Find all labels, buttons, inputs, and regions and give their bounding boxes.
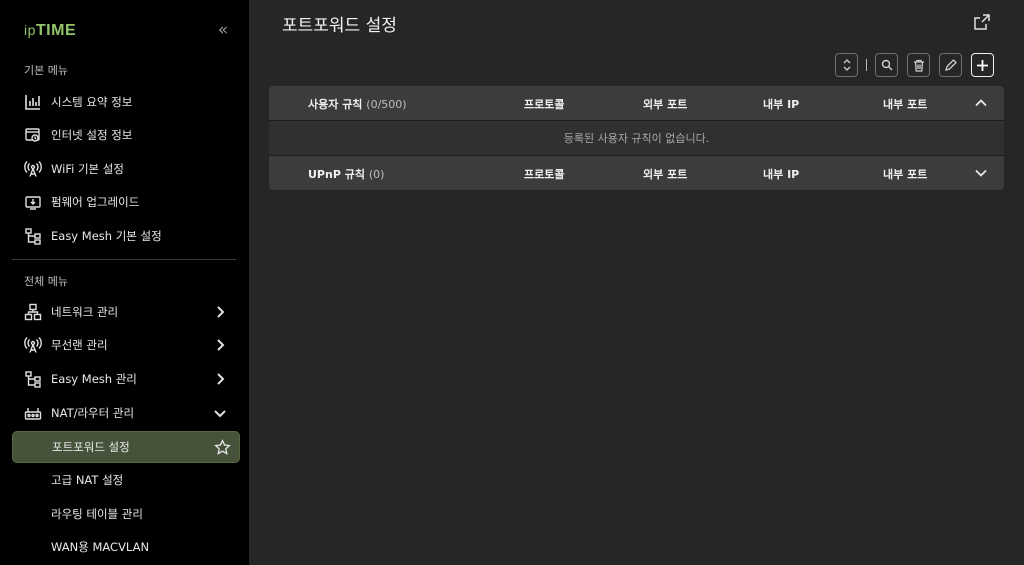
star-icon[interactable] [214, 439, 231, 456]
sidebar-subitem-advanced-nat[interactable]: 고급 NAT 설정 [12, 464, 240, 496]
chevron-right-icon [217, 373, 225, 385]
router-icon [23, 403, 43, 423]
chevron-down-icon[interactable] [974, 166, 988, 180]
sidebar-item-easymesh-manage[interactable]: Easy Mesh 관리 [12, 363, 240, 395]
sidebar-item-firmware-upgrade[interactable]: 펌웨어 업그레이드 [12, 186, 240, 218]
column-external-port: 외부 포트 [643, 98, 688, 111]
column-external-port: 외부 포트 [643, 168, 688, 181]
sidebar-subitem-wan-macvlan[interactable]: WAN용 MACVLAN [12, 531, 240, 563]
sort-button[interactable] [835, 53, 858, 77]
sort-icon [843, 59, 850, 71]
column-internal-ip: 내부 IP [763, 168, 800, 181]
add-button[interactable] [971, 53, 994, 77]
chevron-right-icon [217, 306, 225, 318]
wifi-antenna-icon [23, 159, 43, 179]
column-internal-ip: 내부 IP [763, 98, 800, 111]
port-forward-table: 사용자 규칙 (0/500) 프로토콜 외부 포트 내부 IP 내부 포트 등록… [269, 86, 1004, 190]
toolbar-separator [866, 59, 867, 71]
plus-icon [977, 59, 988, 71]
user-rules-empty-row: 등록된 사용자 규칙이 없습니다. [269, 121, 1004, 155]
user-rules-title: 사용자 규칙 (0/500) [308, 98, 407, 111]
sidebar-subitem-port-forward[interactable]: 포트포워드 설정 [12, 431, 240, 463]
delete-button[interactable] [907, 53, 930, 77]
mesh-icon [23, 369, 43, 389]
export-icon[interactable] [973, 13, 991, 31]
basic-menu-title: 기본 메뉴 [24, 64, 68, 77]
mesh-icon [23, 226, 43, 246]
chevron-down-icon [214, 410, 226, 418]
sidebar-subitem-routing-table[interactable]: 라우팅 테이블 관리 [12, 498, 240, 530]
column-protocol: 프로토콜 [524, 168, 565, 181]
sidebar-item-internet-settings[interactable]: 인터넷 설정 정보 [12, 119, 240, 151]
all-menu-title: 전체 메뉴 [24, 275, 68, 288]
bar-chart-icon [23, 92, 43, 112]
sidebar: ipTIME « 기본 메뉴 시스템 요약 정보 인터넷 설정 정보 WiFi … [0, 0, 249, 565]
sidebar-item-wifi-basic[interactable]: WiFi 기본 설정 [12, 153, 240, 185]
upnp-rules-header[interactable]: UPnP 규칙 (0) 프로토콜 외부 포트 내부 IP 내부 포트 [269, 156, 1004, 190]
iptime-logo: ipTIME [24, 22, 77, 39]
page-title: 포트포워드 설정 [282, 16, 397, 36]
upnp-rules-title: UPnP 규칙 (0) [308, 168, 385, 181]
user-rules-header[interactable]: 사용자 규칙 (0/500) 프로토콜 외부 포트 내부 IP 내부 포트 [269, 86, 1004, 120]
wifi-antenna-icon [23, 335, 43, 355]
sidebar-item-system-summary[interactable]: 시스템 요약 정보 [12, 86, 240, 118]
trash-icon [913, 59, 924, 72]
collapse-sidebar-button[interactable]: « [213, 20, 233, 40]
edit-button[interactable] [939, 53, 962, 77]
chevron-up-icon[interactable] [974, 96, 988, 110]
column-internal-port: 내부 포트 [883, 168, 928, 181]
search-button[interactable] [875, 53, 898, 77]
pencil-icon [945, 58, 957, 71]
sidebar-divider [12, 259, 236, 260]
sidebar-item-easymesh-basic[interactable]: Easy Mesh 기본 설정 [12, 220, 240, 252]
sidebar-item-nat-router[interactable]: NAT/라우터 관리 [12, 397, 240, 429]
internet-settings-icon [23, 125, 43, 145]
sidebar-item-network[interactable]: 네트워크 관리 [12, 296, 240, 328]
network-icon [23, 302, 43, 322]
column-protocol: 프로토콜 [524, 98, 565, 111]
chevron-right-icon [217, 339, 225, 351]
column-internal-port: 내부 포트 [883, 98, 928, 111]
search-icon [881, 59, 892, 71]
sidebar-item-wireless[interactable]: 무선랜 관리 [12, 329, 240, 361]
firmware-icon [23, 192, 43, 212]
